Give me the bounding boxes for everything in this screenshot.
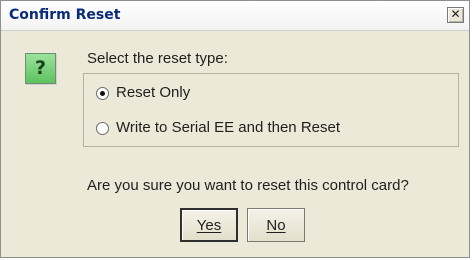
no-button[interactable]: No: [247, 208, 305, 242]
yes-button-label: Yes: [196, 216, 222, 234]
confirmation-question: Are you sure you want to reset this cont…: [87, 177, 409, 194]
close-icon[interactable]: ✕: [447, 7, 464, 23]
radio-label[interactable]: Write to Serial EE and then Reset: [116, 119, 340, 136]
yes-button[interactable]: Yes: [180, 208, 238, 242]
question-icon: ?: [25, 53, 56, 84]
question-icon-glyph: ?: [34, 57, 47, 79]
radio-button[interactable]: [96, 122, 109, 135]
title-bar[interactable]: Confirm Reset ✕: [1, 1, 469, 31]
no-button-label: No: [266, 216, 286, 234]
reset-type-group: Reset Only Write to Serial EE and then R…: [83, 73, 459, 147]
radio-button[interactable]: [96, 87, 109, 100]
confirm-reset-dialog: Confirm Reset ✕ ? Select the reset type:…: [0, 0, 470, 258]
radio-label[interactable]: Reset Only: [116, 84, 190, 101]
radio-selected-dot: [100, 91, 105, 96]
reset-type-prompt: Select the reset type:: [87, 50, 228, 67]
dialog-title: Confirm Reset: [9, 7, 121, 23]
